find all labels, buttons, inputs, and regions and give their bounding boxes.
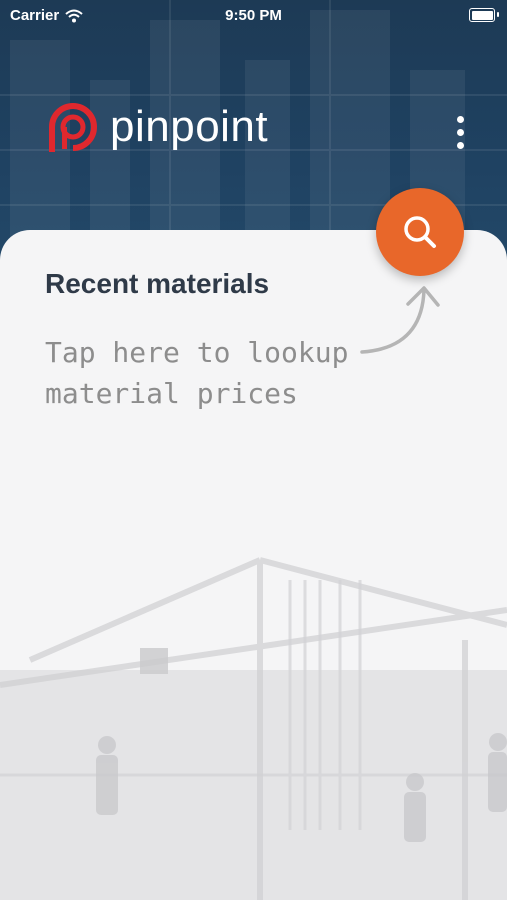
status-time: 9:50 PM bbox=[225, 7, 282, 24]
materials-card: Recent materials Tap here to lookup mate… bbox=[0, 230, 507, 900]
app-logo: pinpoint bbox=[46, 100, 268, 154]
app-name: pinpoint bbox=[110, 102, 269, 151]
section-title: Recent materials bbox=[45, 268, 270, 299]
battery-level bbox=[471, 10, 493, 20]
search-button[interactable] bbox=[376, 188, 464, 276]
more-vertical-icon bbox=[456, 115, 464, 123]
more-menu-button[interactable] bbox=[448, 110, 472, 154]
battery-icon bbox=[469, 8, 499, 22]
more-vertical-icon-dot bbox=[456, 141, 464, 149]
status-bar: Carrier 9:50 PM bbox=[0, 0, 507, 32]
search-icon bbox=[404, 216, 436, 248]
pinpoint-logo-icon bbox=[49, 103, 97, 152]
search-hint-text: Tap here to lookup material prices bbox=[45, 336, 349, 410]
hint-arrow-icon bbox=[360, 286, 440, 354]
more-vertical-icon-dot bbox=[456, 128, 464, 136]
